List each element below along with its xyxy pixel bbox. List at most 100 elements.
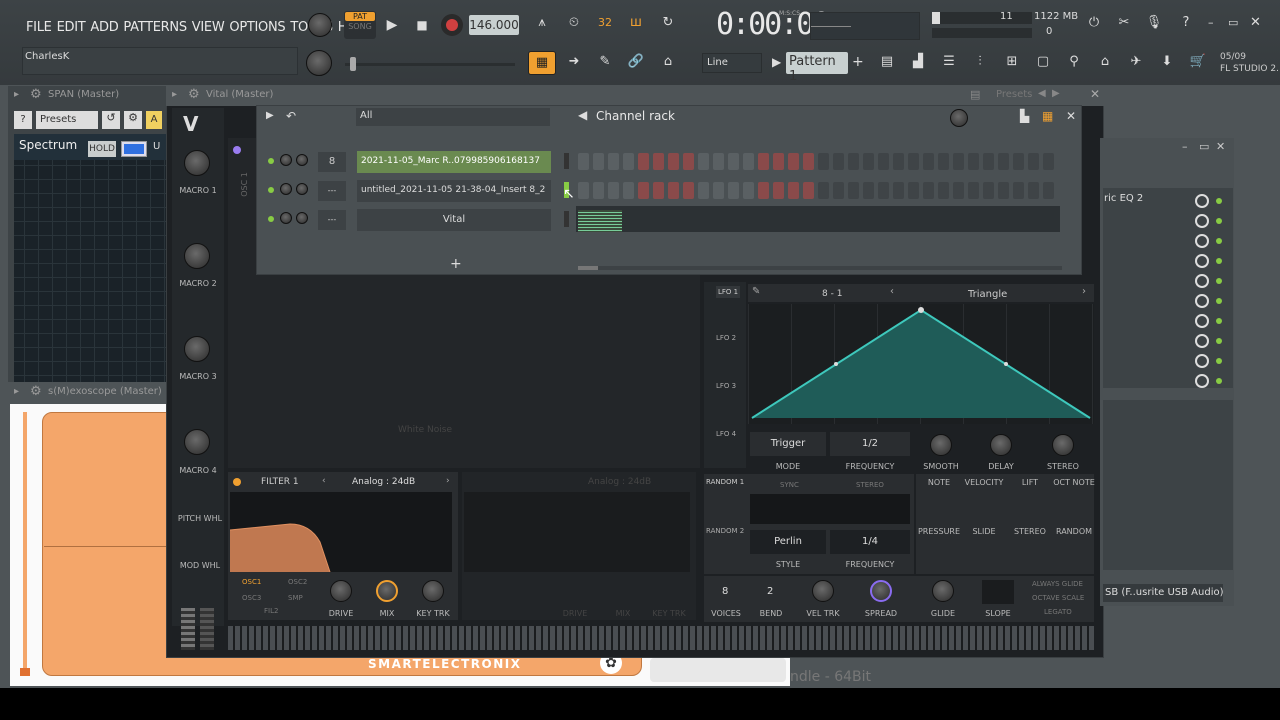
channel-rack-icon[interactable]: ☰: [935, 51, 963, 75]
step-pad[interactable]: [1028, 182, 1039, 199]
menu-patterns[interactable]: PATTERNS: [123, 20, 187, 35]
filter1-route-fil2[interactable]: FIL2: [264, 607, 278, 615]
rack-close-icon[interactable]: ✕: [1066, 109, 1076, 123]
legato-toggle[interactable]: LEGATO: [1044, 608, 1072, 616]
lfo1-tab[interactable]: LFO 1: [716, 286, 741, 298]
mixer-slot[interactable]: [1103, 352, 1223, 370]
rack-play-icon[interactable]: ▶: [266, 110, 274, 121]
lfo3-tab[interactable]: LFO 3: [716, 382, 736, 390]
mixer-slot[interactable]: [1103, 232, 1223, 250]
macro-4-knob[interactable]: [184, 429, 210, 455]
channel-row-3[interactable]: --- Vital: [262, 206, 1072, 232]
step-pad[interactable]: [893, 153, 904, 170]
step-pad[interactable]: [923, 182, 934, 199]
rack-grid-icon[interactable]: ▦: [1042, 109, 1053, 123]
steps-row-2[interactable]: [578, 182, 1062, 199]
span-blue-toggle[interactable]: [121, 141, 147, 157]
power-icon[interactable]: ⏻: [1082, 12, 1106, 36]
step-pad[interactable]: [878, 182, 889, 199]
download-icon[interactable]: ⬇: [1153, 51, 1181, 75]
playlist-icon[interactable]: ▤: [873, 51, 901, 75]
step-pad[interactable]: [998, 182, 1009, 199]
span-gear-icon[interactable]: ⚙: [30, 87, 42, 102]
pencil-icon[interactable]: ✎: [591, 51, 619, 75]
browser-icon[interactable]: ▢: [1029, 51, 1057, 75]
mixer-slot[interactable]: [1103, 292, 1223, 310]
mod-pressure[interactable]: PRESSURE: [916, 527, 962, 536]
slope-display[interactable]: [982, 580, 1014, 604]
pitch-knob[interactable]: [306, 50, 332, 76]
filter1-type[interactable]: Analog : 24dB: [352, 477, 415, 487]
step-pad[interactable]: [803, 153, 814, 170]
filter1-route-osc3[interactable]: OSC3: [242, 594, 261, 602]
macro-1-knob[interactable]: [184, 150, 210, 176]
lfo-mode-select[interactable]: Trigger: [750, 432, 826, 456]
step-pad[interactable]: [788, 153, 799, 170]
step-pad[interactable]: [863, 153, 874, 170]
macro-2-knob[interactable]: [184, 243, 210, 269]
mixer-minimize-icon[interactable]: –: [1182, 140, 1188, 153]
lfo2-tab[interactable]: LFO 2: [716, 334, 736, 342]
rack-undo-icon[interactable]: ↶: [286, 109, 296, 123]
mixer-slot[interactable]: [1103, 372, 1223, 390]
menu-view[interactable]: VIEW: [192, 20, 225, 35]
filter1-prev-icon[interactable]: ‹: [322, 476, 326, 486]
filter1-route-osc2[interactable]: OSC2: [288, 578, 307, 586]
mod-stereo[interactable]: STEREO: [1008, 527, 1052, 536]
channel-1-number[interactable]: 8: [318, 152, 346, 172]
step-pad[interactable]: [803, 182, 814, 199]
wheel-mod[interactable]: [200, 608, 214, 650]
step-pad[interactable]: [608, 153, 619, 170]
wait-input-icon[interactable]: ⏲: [560, 12, 588, 36]
step-pad[interactable]: [758, 182, 769, 199]
step-pad[interactable]: [863, 182, 874, 199]
osc1-led[interactable]: [233, 146, 241, 154]
rack-filter-select[interactable]: All: [356, 108, 550, 126]
mod-oct-note[interactable]: OCT NOTE: [1052, 478, 1096, 487]
step-pad[interactable]: [713, 153, 724, 170]
span-undo-icon[interactable]: ↺: [102, 111, 120, 129]
step-pad[interactable]: [953, 153, 964, 170]
mixer-slot[interactable]: [1103, 252, 1223, 270]
step-pad[interactable]: [818, 153, 829, 170]
filter1-keytrk-knob[interactable]: [422, 580, 444, 602]
step-pad[interactable]: [638, 182, 649, 199]
menu-add[interactable]: ADD: [90, 20, 118, 35]
step-pad[interactable]: [818, 182, 829, 199]
mixer-slot[interactable]: [1103, 192, 1223, 210]
step-pad[interactable]: [1028, 153, 1039, 170]
span-help-button[interactable]: ?: [14, 111, 32, 129]
step-pad[interactable]: [608, 182, 619, 199]
step-pad[interactable]: [668, 153, 679, 170]
step-pad[interactable]: [953, 182, 964, 199]
glide-knob[interactable]: [932, 580, 954, 602]
step-pad[interactable]: [638, 153, 649, 170]
stamp-icon[interactable]: ⌂: [654, 51, 682, 75]
filter1-route-osc1[interactable]: OSC1: [242, 578, 261, 586]
lfo-smooth-knob[interactable]: [930, 434, 952, 456]
filter1-mix-knob[interactable]: [376, 580, 398, 602]
tempo-display[interactable]: 146.000: [469, 15, 519, 35]
mod-velocity[interactable]: VELOCITY: [962, 478, 1006, 487]
countdown-icon[interactable]: 32: [591, 12, 619, 36]
voices-value[interactable]: 8: [722, 586, 728, 597]
menu-edit[interactable]: EDIT: [57, 20, 86, 35]
tools-icon[interactable]: ✂: [1112, 12, 1136, 36]
step-pad[interactable]: [908, 153, 919, 170]
lfo-graph[interactable]: [748, 304, 1094, 424]
channel-2-number[interactable]: ---: [318, 181, 346, 201]
step-pad[interactable]: [758, 153, 769, 170]
step-pad[interactable]: [743, 153, 754, 170]
mixer-slot[interactable]: [1103, 212, 1223, 230]
rack-scrollbar[interactable]: [578, 266, 1062, 270]
vital-collapse-icon[interactable]: ▸: [172, 89, 177, 100]
spread-knob[interactable]: [870, 580, 892, 602]
pattern-play-icon[interactable]: ▶: [772, 55, 781, 69]
exoscope-collapse-icon[interactable]: ▸: [14, 386, 19, 397]
octave-scale-toggle[interactable]: OCTAVE SCALE: [1032, 594, 1084, 602]
pattern-select[interactable]: Pattern 1: [786, 52, 848, 84]
lfo-next-icon[interactable]: ›: [1082, 286, 1086, 297]
random1-tab[interactable]: RANDOM 1: [706, 478, 744, 486]
exoscope-gear-icon[interactable]: ⚙: [30, 384, 42, 399]
step-pad[interactable]: [968, 182, 979, 199]
